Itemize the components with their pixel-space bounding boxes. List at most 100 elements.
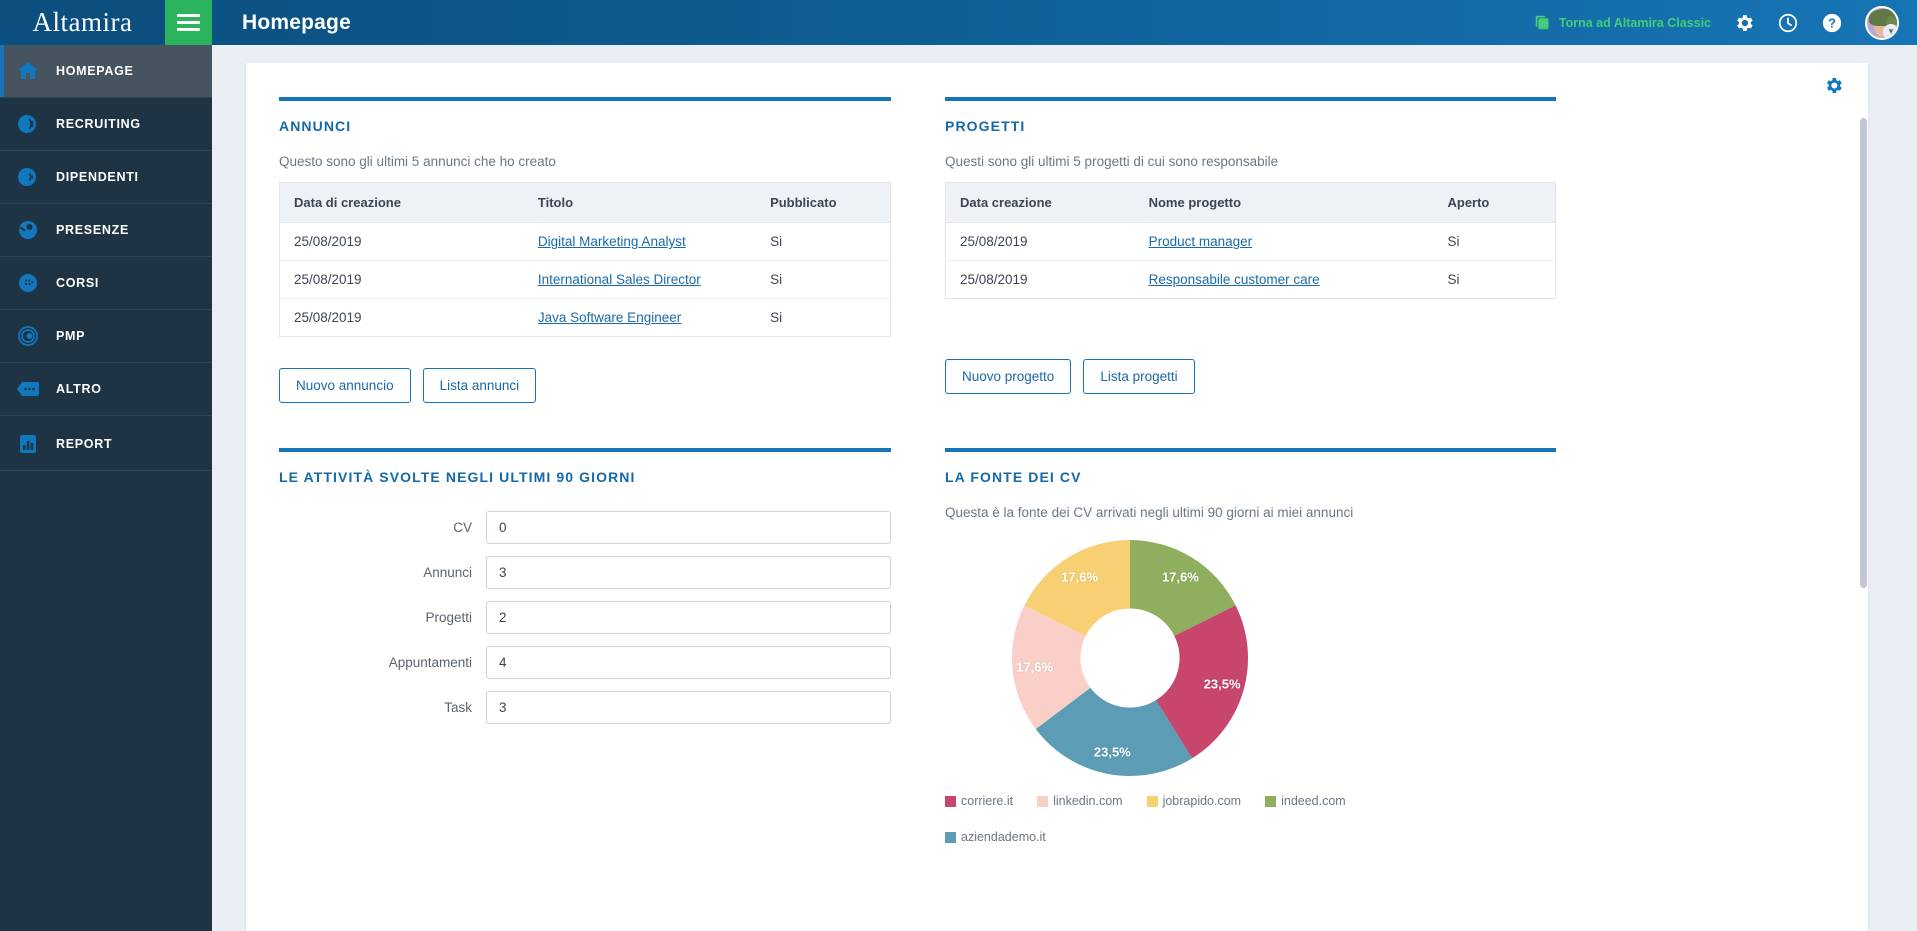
panel-accent-rule	[279, 448, 891, 452]
lista-progetti-button[interactable]: Lista progetti	[1083, 359, 1195, 394]
table-row: 25/08/2019 Responsabile customer care Si	[945, 260, 1556, 299]
sidebar-item-presenze[interactable]: PRESENZE	[0, 204, 212, 257]
form-row-task: Task	[279, 691, 891, 724]
column-header: Aperto	[1433, 182, 1556, 223]
menu-toggle-button[interactable]	[165, 0, 212, 45]
cell-published: Si	[756, 298, 891, 337]
form-row-cv: CV	[279, 511, 891, 544]
sidebar-item-corsi[interactable]: CORSI	[0, 257, 212, 310]
fonte-cv-title: LA FONTE DEI CV	[945, 469, 1082, 485]
task-input[interactable]	[486, 691, 891, 724]
back-to-classic-label: Torna ad Altamira Classic	[1558, 15, 1711, 30]
nuovo-annuncio-button[interactable]: Nuovo annuncio	[279, 368, 411, 403]
annunci-table: Data di creazione Titolo Pubblicato 25/0…	[279, 182, 891, 337]
cv-source-donut-chart: 17,6% 23,5% 23,5% 17,6% 17,6%	[945, 538, 1556, 778]
cv-input[interactable]	[486, 511, 891, 544]
progetto-link[interactable]: Product manager	[1149, 234, 1253, 249]
legend-item[interactable]: corriere.it	[945, 794, 1013, 808]
back-to-classic-link[interactable]: Torna ad Altamira Classic	[1534, 14, 1711, 31]
sidebar-item-homepage[interactable]: HOMEPAGE	[0, 45, 212, 98]
cell-date: 25/08/2019	[945, 260, 1135, 299]
donut-slice-label: 17,6%	[1161, 569, 1199, 585]
panel-accent-rule	[945, 448, 1556, 452]
sidebar-item-report[interactable]: REPORT	[0, 418, 212, 471]
legend-label: linkedin.com	[1053, 794, 1123, 808]
lista-annunci-button[interactable]: Lista annunci	[422, 368, 537, 403]
donut-slice-label: 17,6%	[1061, 569, 1099, 585]
hamburger-bar	[177, 21, 200, 24]
brand-logo[interactable]: Altamira	[0, 0, 165, 45]
progetti-input[interactable]	[486, 601, 891, 634]
donut-slice-label: 23,5%	[1093, 744, 1131, 760]
progetto-link[interactable]: Responsabile customer care	[1149, 272, 1320, 287]
sidebar-item-recruiting[interactable]: RECRUITING	[0, 98, 212, 151]
legend-swatch	[945, 795, 956, 807]
progetti-title: PROGETTI	[945, 118, 1026, 134]
hamburger-bar	[177, 14, 200, 17]
fonte-cv-subtitle: Questa è la fonte dei CV arrivati negli …	[945, 505, 1354, 520]
legend-label: aziendademo.it	[961, 830, 1046, 844]
legend-swatch	[1265, 795, 1277, 807]
column-header: Nome progetto	[1134, 182, 1434, 223]
chevron-down-icon[interactable]: ▾	[1883, 23, 1897, 38]
legend-label: indeed.com	[1281, 794, 1346, 808]
report-icon	[0, 432, 56, 456]
annunci-input[interactable]	[486, 556, 891, 589]
column-header: Pubblicato	[756, 182, 891, 223]
sidebar-item-pmp[interactable]: PMP	[0, 310, 212, 363]
brand-label: Altamira	[32, 7, 133, 37]
appuntamenti-input[interactable]	[486, 646, 891, 679]
legend-label: corriere.it	[961, 794, 1014, 808]
avatar[interactable]: ▾	[1865, 5, 1899, 40]
top-bar-actions: Torna ad Altamira Classic ? ▾	[1534, 5, 1917, 40]
attendance-icon	[0, 218, 56, 242]
annunci-panel: ANNUNCI Questo sono gli ultimi 5 annunci…	[279, 97, 891, 403]
field-label: Task	[444, 700, 472, 715]
cell-title: International Sales Director	[523, 260, 757, 299]
legend-item[interactable]: indeed.com	[1265, 794, 1346, 808]
legend-item[interactable]: aziendademo.it	[945, 830, 1046, 844]
nuovo-progetto-button[interactable]: Nuovo progetto	[945, 359, 1072, 394]
gear-icon[interactable]	[1823, 75, 1844, 101]
sidebar-item-altro[interactable]: ALTRO	[0, 363, 212, 416]
annuncio-link[interactable]: Java Software Engineer	[538, 310, 681, 325]
table-row: 25/08/2019 International Sales Director …	[279, 260, 891, 299]
column-header: Titolo	[523, 182, 757, 223]
sidebar-item-label: REPORT	[56, 437, 113, 451]
progetti-actions: Nuovo progetto Lista progetti	[945, 359, 1556, 394]
sidebar-item-dipendenti[interactable]: DIPENDENTI	[0, 151, 212, 204]
home-icon	[0, 59, 56, 83]
panel-accent-rule	[945, 97, 1556, 101]
cell-title: Java Software Engineer	[523, 298, 757, 337]
panel-accent-rule	[279, 97, 891, 101]
clock-icon[interactable]	[1777, 12, 1799, 34]
vertical-scrollbar[interactable]	[1860, 118, 1867, 588]
gear-icon[interactable]	[1733, 12, 1755, 34]
annunci-subtitle: Questo sono gli ultimi 5 annunci che ho …	[279, 154, 556, 169]
attivita-form: CV Annunci Progetti Appuntamenti Task	[279, 511, 891, 724]
attivita-title: LE ATTIVITÀ SVOLTE NEGLI ULTIMI 90 GIORN…	[279, 469, 636, 485]
table-row: 25/08/2019 Product manager Si	[945, 222, 1556, 261]
table-header-row: Data creazione Nome progetto Aperto	[945, 182, 1556, 223]
field-label: Annunci	[423, 565, 472, 580]
table-header-row: Data di creazione Titolo Pubblicato	[279, 182, 891, 223]
cell-title: Digital Marketing Analyst	[523, 222, 757, 261]
legend-item[interactable]: jobrapido.com	[1146, 794, 1241, 808]
annuncio-link[interactable]: Digital Marketing Analyst	[538, 234, 686, 249]
courses-icon	[0, 271, 56, 295]
legend-item[interactable]: linkedin.com	[1037, 794, 1123, 808]
annunci-title: ANNUNCI	[279, 118, 352, 134]
sidebar-item-label: DIPENDENTI	[56, 170, 139, 184]
cell-date: 25/08/2019	[945, 222, 1135, 261]
cell-open: Si	[1433, 260, 1556, 299]
annunci-actions: Nuovo annuncio Lista annunci	[279, 368, 891, 403]
attivita-panel: LE ATTIVITÀ SVOLTE NEGLI ULTIMI 90 GIORN…	[279, 448, 891, 736]
annuncio-link[interactable]: International Sales Director	[538, 272, 701, 287]
page-title: Homepage	[242, 10, 351, 34]
form-row-annunci: Annunci	[279, 556, 891, 589]
pmp-icon	[0, 324, 56, 348]
form-row-progetti: Progetti	[279, 601, 891, 634]
help-icon[interactable]: ?	[1821, 12, 1843, 34]
sidebar-item-label: PRESENZE	[56, 223, 129, 237]
sidebar-item-label: ALTRO	[56, 382, 102, 396]
